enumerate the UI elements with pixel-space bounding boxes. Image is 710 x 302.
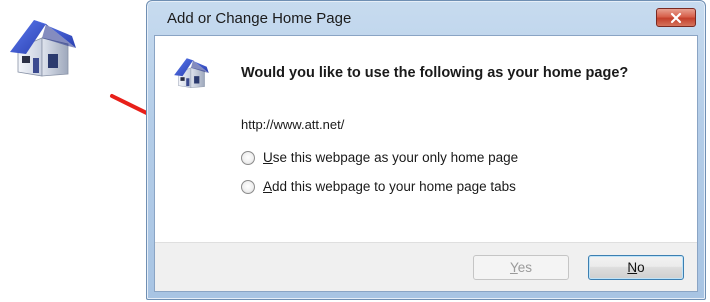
option-add-to-tabs-label: Add this webpage to your home page tabs (263, 179, 516, 194)
yes-button[interactable]: Yes (473, 255, 569, 280)
dialog-body: Would you like to use the following as y… (154, 35, 698, 292)
no-button[interactable]: No (588, 255, 684, 280)
prompt-question: Would you like to use the following as y… (241, 65, 629, 81)
dialog-title: Add or Change Home Page (167, 10, 352, 27)
home-page-url: http://www.att.net/ (241, 117, 345, 132)
yes-button-label: Yes (509, 260, 533, 275)
option-only-home-page[interactable]: Use this webpage as your only home page (241, 150, 518, 165)
home-page-dialog: Add or Change Home Page Would you like t… (146, 0, 706, 300)
home-icon (174, 58, 209, 88)
close-button[interactable] (656, 8, 696, 27)
close-icon (670, 12, 682, 23)
option-add-to-tabs[interactable]: Add this webpage to your home page tabs (241, 179, 516, 194)
radio-only-home-page[interactable] (241, 150, 255, 165)
home-icon (10, 20, 76, 77)
no-button-label: No (627, 260, 645, 275)
button-bar: Yes No (155, 242, 697, 291)
title-bar[interactable]: Add or Change Home Page (147, 1, 705, 35)
option-only-home-page-label: Use this webpage as your only home page (263, 150, 519, 165)
radio-add-to-tabs[interactable] (241, 179, 255, 194)
